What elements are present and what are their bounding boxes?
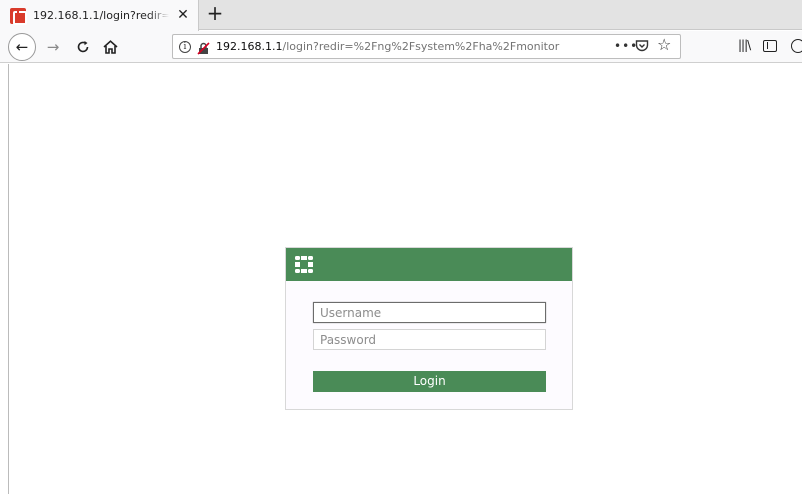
tab-strip: 192.168.1.1/login?redir=%2Fng%2Fsystem%2…	[0, 0, 802, 31]
login-button[interactable]: Login	[313, 371, 546, 392]
username-input[interactable]	[313, 302, 546, 323]
url-text[interactable]: 192.168.1.1/login?redir=%2Fng%2Fsystem%2…	[216, 40, 559, 53]
home-icon	[102, 40, 118, 54]
password-input[interactable]	[313, 329, 546, 350]
bookmark-star-icon[interactable]: ☆	[657, 35, 671, 54]
content-border	[8, 64, 9, 494]
reload-button[interactable]	[73, 34, 93, 60]
fortinet-logo-icon	[295, 256, 313, 273]
pocket-icon[interactable]	[635, 38, 649, 52]
new-tab-button[interactable]: +	[205, 3, 225, 25]
library-icon[interactable]: |||\	[738, 38, 751, 52]
tab-close-icon[interactable]: ✕	[176, 7, 190, 23]
login-header	[286, 248, 572, 281]
browser-tab[interactable]: 192.168.1.1/login?redir=%2Fng%2Fsystem%2…	[0, 0, 199, 31]
login-panel: Login	[285, 247, 573, 410]
home-button[interactable]	[100, 34, 120, 60]
reload-icon	[77, 41, 89, 53]
address-bar[interactable]: i 192.168.1.1/login?redir=%2Fng%2Fsystem…	[172, 34, 681, 59]
url-path: /login?redir=%2Fng%2Fsystem%2Fha%2Fmonit…	[282, 40, 560, 53]
forward-button[interactable]: →	[43, 34, 63, 60]
back-button[interactable]: ←	[8, 33, 36, 61]
navigation-bar: ← → i 192.168.1.1/login?redir=%2Fng%2Fsy…	[0, 31, 802, 63]
sidebar-icon[interactable]	[763, 40, 777, 52]
info-icon[interactable]: i	[179, 40, 191, 53]
login-form: Login	[286, 281, 572, 409]
tab-title: 192.168.1.1/login?redir=%2Fng%2Fsystem%2…	[33, 9, 169, 22]
insecure-lock-icon[interactable]	[197, 40, 210, 55]
site-favicon-icon	[10, 7, 27, 25]
account-icon[interactable]	[791, 39, 802, 53]
url-host: 192.168.1.1	[216, 40, 283, 53]
